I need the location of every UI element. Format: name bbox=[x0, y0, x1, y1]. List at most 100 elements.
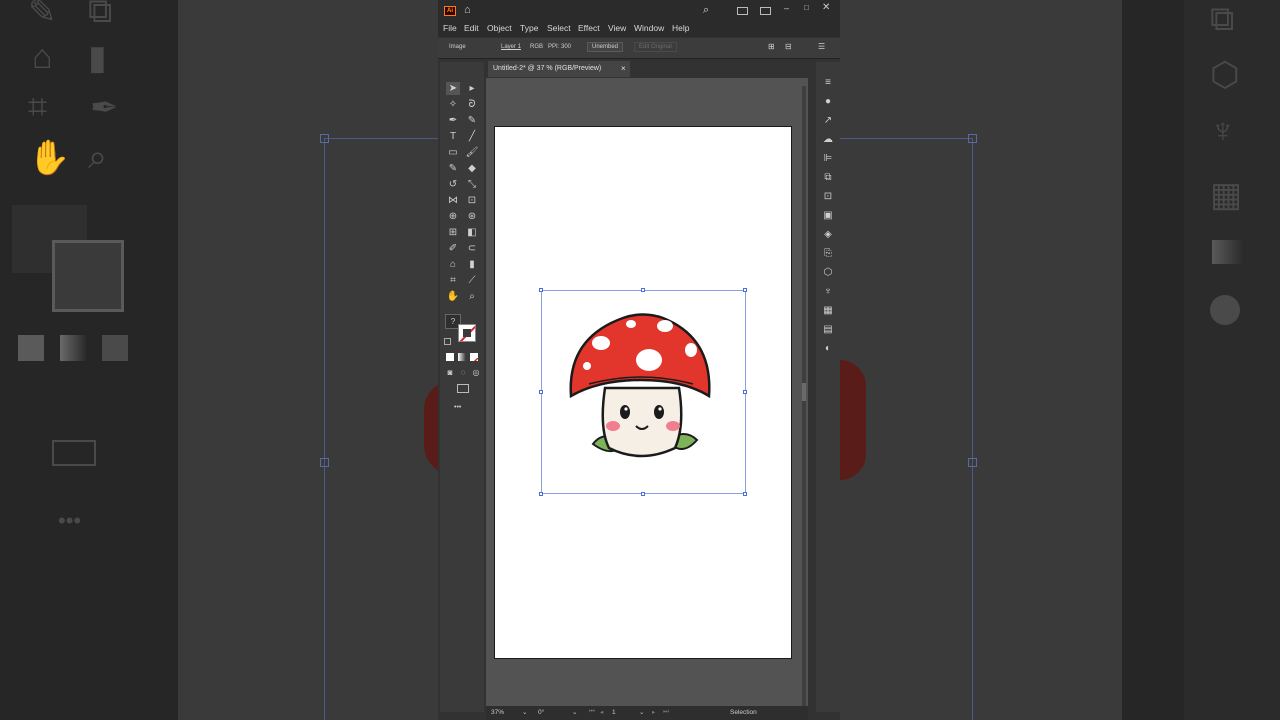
menu-file[interactable]: File bbox=[443, 23, 457, 33]
resize-handle[interactable] bbox=[641, 492, 645, 496]
direct-selection-tool-icon[interactable]: ▸ bbox=[465, 83, 479, 95]
gradient-tool-icon[interactable]: ◧ bbox=[465, 227, 479, 239]
artboard-tool-icon[interactable]: ⌗ bbox=[446, 275, 460, 287]
rectangle-tool-icon[interactable]: ▭ bbox=[446, 147, 460, 159]
draw-inside-icon[interactable]: ◎ bbox=[469, 367, 483, 379]
swatches-icon[interactable]: ▦ bbox=[821, 304, 835, 317]
zoom-dropdown-icon[interactable]: ⌄ bbox=[522, 708, 527, 716]
menu-help[interactable]: Help bbox=[672, 23, 689, 33]
mesh-tool-icon[interactable]: ⊞ bbox=[446, 227, 460, 239]
edit-original-button[interactable]: Edit Original bbox=[634, 42, 677, 52]
resize-handle[interactable] bbox=[539, 390, 543, 394]
rotation-value[interactable]: 0° bbox=[538, 709, 544, 716]
first-artboard-icon[interactable]: ⏮ bbox=[589, 708, 595, 716]
appearance-icon[interactable]: ◐ bbox=[821, 342, 835, 355]
menu-edit[interactable]: Edit bbox=[464, 23, 479, 33]
menu-object[interactable]: Object bbox=[487, 23, 512, 33]
puppet-warp-icon[interactable]: ♆ bbox=[821, 285, 835, 298]
menu-window[interactable]: Window bbox=[634, 23, 664, 33]
export-icon[interactable]: ↗ bbox=[821, 114, 835, 127]
minimize-icon[interactable]: – bbox=[784, 3, 789, 13]
none-mode-icon[interactable] bbox=[470, 353, 478, 361]
default-colors-icon[interactable] bbox=[444, 338, 451, 345]
bg-puppet-icon: ♆ bbox=[1210, 112, 1236, 150]
previous-artboard-icon[interactable]: ◂ bbox=[600, 708, 603, 716]
rotation-dropdown-icon[interactable]: ⌄ bbox=[572, 708, 577, 716]
artboard-number[interactable]: 1 bbox=[612, 709, 616, 716]
home-icon[interactable]: ⌂ bbox=[464, 4, 471, 16]
resize-handle[interactable] bbox=[641, 288, 645, 292]
magic-wand-tool-icon[interactable]: ✧ bbox=[446, 99, 460, 111]
hand-tool-icon[interactable]: ✋ bbox=[446, 291, 460, 303]
resize-handle[interactable] bbox=[743, 288, 747, 292]
align-icon[interactable]: ⊞ bbox=[768, 42, 775, 51]
artboard-dropdown-icon[interactable]: ⌄ bbox=[639, 708, 644, 716]
zoom-tool-icon[interactable]: ⌕ bbox=[465, 291, 479, 303]
resize-handle[interactable] bbox=[539, 288, 543, 292]
menu-view[interactable]: View bbox=[608, 23, 626, 33]
more-tools-icon[interactable]: ••• bbox=[454, 404, 461, 411]
resize-handle[interactable] bbox=[743, 390, 747, 394]
resize-handle[interactable] bbox=[743, 492, 747, 496]
eyedropper-tool-icon[interactable]: ✐ bbox=[446, 243, 460, 255]
next-artboard-icon[interactable]: ▸ bbox=[652, 708, 655, 716]
bg-gradient-icon bbox=[1212, 240, 1244, 264]
menu-select[interactable]: Select bbox=[547, 23, 571, 33]
mushroom-illustration bbox=[569, 313, 711, 458]
shape-builder-tool-icon[interactable]: ⊕ bbox=[446, 211, 460, 223]
artboards-icon[interactable]: ▣ bbox=[821, 209, 835, 222]
arrange-documents-icon[interactable] bbox=[737, 7, 748, 15]
workspace-icon[interactable] bbox=[760, 7, 771, 15]
live-paint-tool-icon[interactable]: ⊛ bbox=[465, 211, 479, 223]
document-tab[interactable]: Untitled-2* @ 37 % (RGB/Preview) × bbox=[488, 61, 630, 77]
color-icon[interactable]: ● bbox=[821, 95, 835, 108]
layer-link[interactable]: Layer 1 bbox=[501, 44, 521, 50]
asset-export-icon[interactable]: ⎘ bbox=[821, 247, 835, 260]
draw-normal-icon[interactable]: ◙ bbox=[443, 367, 457, 379]
menu-effect[interactable]: Effect bbox=[578, 23, 600, 33]
3d-icon[interactable]: ⬡ bbox=[821, 266, 835, 279]
gradient-mode-icon[interactable] bbox=[458, 353, 466, 361]
blend-tool-icon[interactable]: ⊂ bbox=[465, 243, 479, 255]
lasso-tool-icon[interactable]: ᘐ bbox=[465, 99, 479, 111]
width-tool-icon[interactable]: ⋈ bbox=[446, 195, 460, 207]
search-icon[interactable]: ⌕ bbox=[703, 4, 709, 17]
slice-tool-icon[interactable]: ⟋ bbox=[465, 275, 479, 287]
scale-tool-icon[interactable]: ⤡ bbox=[465, 179, 479, 191]
menu-type[interactable]: Type bbox=[520, 23, 538, 33]
layers-icon[interactable]: ◈ bbox=[821, 228, 835, 241]
pen-tool-icon[interactable]: ✒ bbox=[446, 115, 460, 127]
zoom-level[interactable]: 37% bbox=[491, 709, 504, 716]
resize-handle[interactable] bbox=[539, 492, 543, 496]
stroke-swatch[interactable] bbox=[458, 324, 476, 342]
panel-menu-icon[interactable]: ☰ bbox=[818, 42, 825, 51]
eraser-tool-icon[interactable]: ◆ bbox=[465, 163, 479, 175]
draw-behind-icon[interactable]: ◌ bbox=[456, 367, 470, 379]
line-tool-icon[interactable]: ╱ bbox=[465, 131, 479, 143]
transform-panel-icon[interactable]: ⊡ bbox=[821, 190, 835, 203]
vertical-scroll-thumb[interactable] bbox=[802, 383, 806, 401]
paintbrush-tool-icon[interactable]: 🖌 bbox=[465, 147, 479, 159]
screen-mode-icon[interactable] bbox=[457, 384, 469, 393]
properties-icon[interactable]: ≡ bbox=[821, 76, 835, 89]
gradient-panel-icon[interactable]: ▤ bbox=[821, 323, 835, 336]
align-panel-icon[interactable]: ⊫ bbox=[821, 152, 835, 165]
free-transform-tool-icon[interactable]: ⊡ bbox=[465, 195, 479, 207]
symbol-sprayer-tool-icon[interactable]: ⌂ bbox=[446, 259, 460, 271]
libraries-icon[interactable]: ☁ bbox=[821, 133, 835, 146]
transform-icon[interactable]: ⊟ bbox=[785, 42, 792, 51]
shaper-tool-icon[interactable]: ✎ bbox=[446, 163, 460, 175]
rotate-tool-icon[interactable]: ↺ bbox=[446, 179, 460, 191]
pathfinder-icon[interactable]: ⧉ bbox=[821, 171, 835, 184]
illustrator-window: Ai ⌂ ⌕ – □ ✕ File Edit Object Type Selec… bbox=[438, 0, 840, 720]
close-icon[interactable]: ✕ bbox=[822, 2, 830, 13]
color-mode-icon[interactable] bbox=[446, 353, 454, 361]
close-tab-icon[interactable]: × bbox=[621, 64, 626, 73]
maximize-icon[interactable]: □ bbox=[804, 3, 809, 12]
type-tool-icon[interactable]: T bbox=[446, 131, 460, 143]
unembed-button[interactable]: Unembed bbox=[587, 42, 624, 52]
last-artboard-icon[interactable]: ⏭ bbox=[663, 708, 669, 716]
selection-tool-icon[interactable]: ➤ bbox=[446, 83, 460, 95]
curvature-tool-icon[interactable]: ✎ bbox=[465, 115, 479, 127]
graph-tool-icon[interactable]: ▮ bbox=[465, 259, 479, 271]
